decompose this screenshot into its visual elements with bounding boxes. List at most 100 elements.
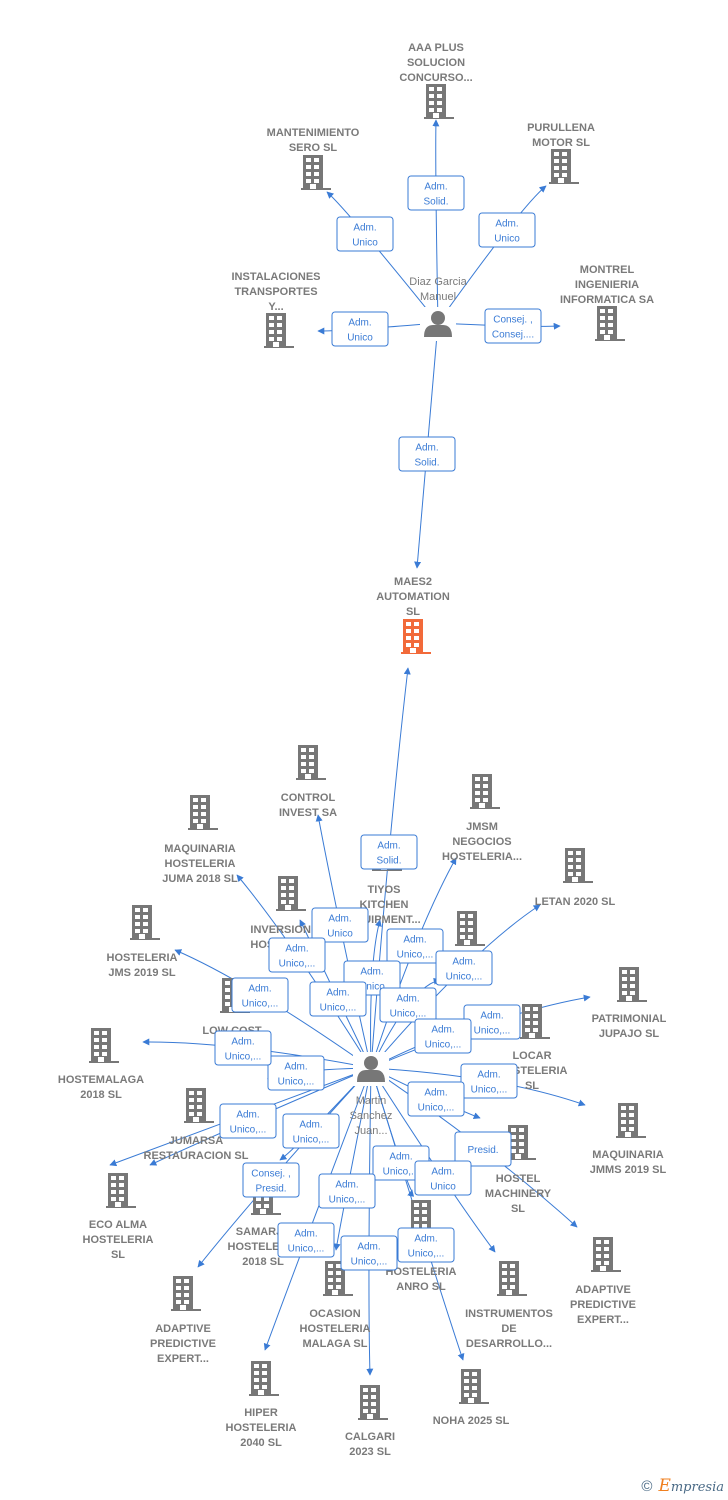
role-text: Adm. [284, 1062, 307, 1073]
node-noha[interactable]: NOHA 2025 SL [433, 1369, 510, 1427]
role-text: Unico,... [408, 1249, 445, 1260]
node-maes2[interactable]: MAES2 AUTOMATION SL [376, 576, 450, 654]
role-text: Unico,... [288, 1244, 325, 1255]
role-label[interactable]: Adm. Unico,... [386, 928, 444, 964]
node-adaptl[interactable]: ADAPTIVE PREDICTIVE EXPERT... [150, 1276, 216, 1365]
role-text: Unico,... [230, 1125, 267, 1136]
role-label[interactable]: Adm. Unico,... [397, 1227, 455, 1263]
role-text: Unico,... [474, 1026, 511, 1037]
role-label[interactable]: Adm. Unico,... [267, 1055, 325, 1091]
node-label: ADAPTIVE [575, 1284, 631, 1296]
role-label[interactable]: Adm. Unico [311, 907, 369, 943]
role-label[interactable]: Adm. Solid. [360, 834, 418, 870]
node-label: SERO SL [289, 142, 338, 154]
node-label: EXPERT... [157, 1353, 209, 1365]
node-label: HOSTELERIA [226, 1422, 297, 1434]
role-text: Adm. [495, 219, 518, 230]
node-label: ECO ALMA [89, 1219, 147, 1231]
role-text: Unico,... [320, 1003, 357, 1014]
role-label[interactable]: Adm. Unico [331, 311, 389, 347]
role-label[interactable]: Consej. , Presid. [242, 1162, 300, 1198]
node-label: PURULLENA [527, 122, 595, 134]
node-label: CONCURSO... [399, 72, 472, 84]
building-icon [130, 905, 160, 940]
node-diaz[interactable]: Diaz Garcia Manuel [409, 276, 468, 341]
role-text: Unico,... [397, 950, 434, 961]
node-aaa[interactable]: AAA PLUS SOLUCION CONCURSO... [399, 42, 473, 119]
role-label[interactable]: Adm. Unico,... [379, 987, 437, 1023]
node-label: 2018 SL [242, 1256, 284, 1268]
network-diagram: Diaz Garcia Manuel AAA PLUS SOLUCION CONCURS… [0, 0, 728, 1500]
role-text: Adm. [357, 1242, 380, 1253]
node-label: HOSTELERIA [107, 952, 178, 964]
node-label: HOSTELERIA [300, 1323, 371, 1335]
role-label[interactable]: Adm. Unico,... [318, 1173, 376, 1209]
node-label: CALGARI [345, 1431, 395, 1443]
node-hostem[interactable]: HOSTEMALAGA 2018 SL [58, 1028, 144, 1101]
node-label: OCASION [309, 1308, 360, 1320]
node-ecoalma[interactable]: ECO ALMA HOSTELERIA SL [83, 1173, 154, 1261]
role-label[interactable]: Adm. Unico,... [231, 977, 289, 1013]
node-label: TRANSPORTES [234, 286, 317, 298]
node-label: Diaz Garcia [409, 276, 467, 288]
node-ocasion[interactable]: OCASION HOSTELERIA MALAGA SL [300, 1261, 371, 1350]
role-label[interactable]: Adm. Unico [414, 1160, 472, 1196]
role-label[interactable]: Adm. Unico,... [219, 1103, 277, 1139]
role-label[interactable]: Adm. Unico,... [460, 1063, 518, 1099]
node-label: SL [406, 606, 420, 618]
node-hiper[interactable]: HIPER HOSTELERIA 2040 SL [226, 1361, 297, 1449]
building-icon [249, 1361, 279, 1396]
role-label[interactable]: Adm. Unico,... [435, 950, 493, 986]
node-jms[interactable]: HOSTELERIA JMS 2019 SL [107, 905, 178, 979]
role-text: Adm. [377, 841, 400, 852]
node-label: JMMS 2019 SL [590, 1164, 667, 1176]
node-calgari[interactable]: CALGARI 2023 SL [345, 1385, 395, 1458]
building-icon [184, 1088, 214, 1123]
node-martin[interactable]: Martin Sanchez Juan... [350, 1052, 393, 1137]
role-text: Adm. [328, 914, 351, 925]
role-label[interactable]: Adm. Unico [478, 212, 536, 248]
node-letan[interactable]: LETAN 2020 SL [535, 848, 616, 908]
node-label: INGENIERIA [575, 279, 639, 291]
brand-logo[interactable]: Empresia [658, 1476, 724, 1496]
role-label[interactable]: Adm. Unico,... [268, 937, 326, 973]
role-label[interactable]: Adm. Unico,... [463, 1004, 521, 1040]
node-label: DESARROLLO... [466, 1338, 552, 1350]
role-label[interactable]: Adm. Unico,... [340, 1235, 398, 1271]
role-label[interactable]: Adm. Unico,... [214, 1030, 272, 1066]
node-label: INVEST SA [279, 807, 337, 819]
role-text: Adm. [248, 984, 271, 995]
node-inst[interactable]: INSTALACIONES TRANSPORTES Y... [231, 271, 321, 348]
role-label[interactable]: Adm. Unico,... [309, 981, 367, 1017]
role-label[interactable]: Adm. Unico,... [277, 1222, 335, 1258]
role-label[interactable]: Adm. Solid. [398, 436, 456, 472]
node-jmsm[interactable]: JMSM NEGOCIOS HOSTELERIA... [442, 774, 522, 863]
node-adaptr[interactable]: ADAPTIVE PREDICTIVE EXPERT... [570, 1237, 636, 1326]
node-label: MAQUINARIA [164, 843, 236, 855]
node-control[interactable]: CONTROL INVEST SA [279, 745, 337, 819]
node-label: HOSTELERIA [165, 858, 236, 870]
node-label: PREDICTIVE [570, 1299, 636, 1311]
role-label[interactable]: Adm. Solid. [407, 175, 465, 211]
building-icon [358, 1385, 388, 1420]
node-label: Sanchez [350, 1110, 393, 1122]
node-label: TIYOS [367, 884, 400, 896]
role-label[interactable]: Adm. Unico,... [407, 1081, 465, 1117]
role-label[interactable]: Adm. Unico [336, 216, 394, 252]
role-text: Adm. [431, 1025, 454, 1036]
role-text: Adm. [360, 967, 383, 978]
role-label[interactable]: Adm. Unico,... [414, 1018, 472, 1054]
node-label: MAQUINARIA [592, 1149, 664, 1161]
node-label: ANRO SL [396, 1281, 446, 1293]
node-mant[interactable]: MANTENIMIENTO SERO SL [267, 127, 360, 190]
role-label[interactable]: Consej. , Consej.... [484, 308, 542, 344]
node-label: EXPERT... [577, 1314, 629, 1326]
node-juma[interactable]: MAQUINARIA HOSTELERIA JUMA 2018 SL [162, 795, 238, 885]
node-jmms[interactable]: MAQUINARIA JMMS 2019 SL [590, 1103, 667, 1176]
node-instr[interactable]: INSTRUMENTOS DE DESARROLLO... [465, 1261, 553, 1350]
node-patri[interactable]: PATRIMONIAL JUPAJO SL [592, 967, 667, 1040]
node-montrel[interactable]: MONTREL INGENIERIA INFORMATICA SA [560, 264, 654, 341]
role-text: Adm. [396, 994, 419, 1005]
node-puru[interactable]: PURULLENA MOTOR SL [527, 122, 595, 184]
role-label[interactable]: Adm. Unico,... [282, 1113, 340, 1149]
